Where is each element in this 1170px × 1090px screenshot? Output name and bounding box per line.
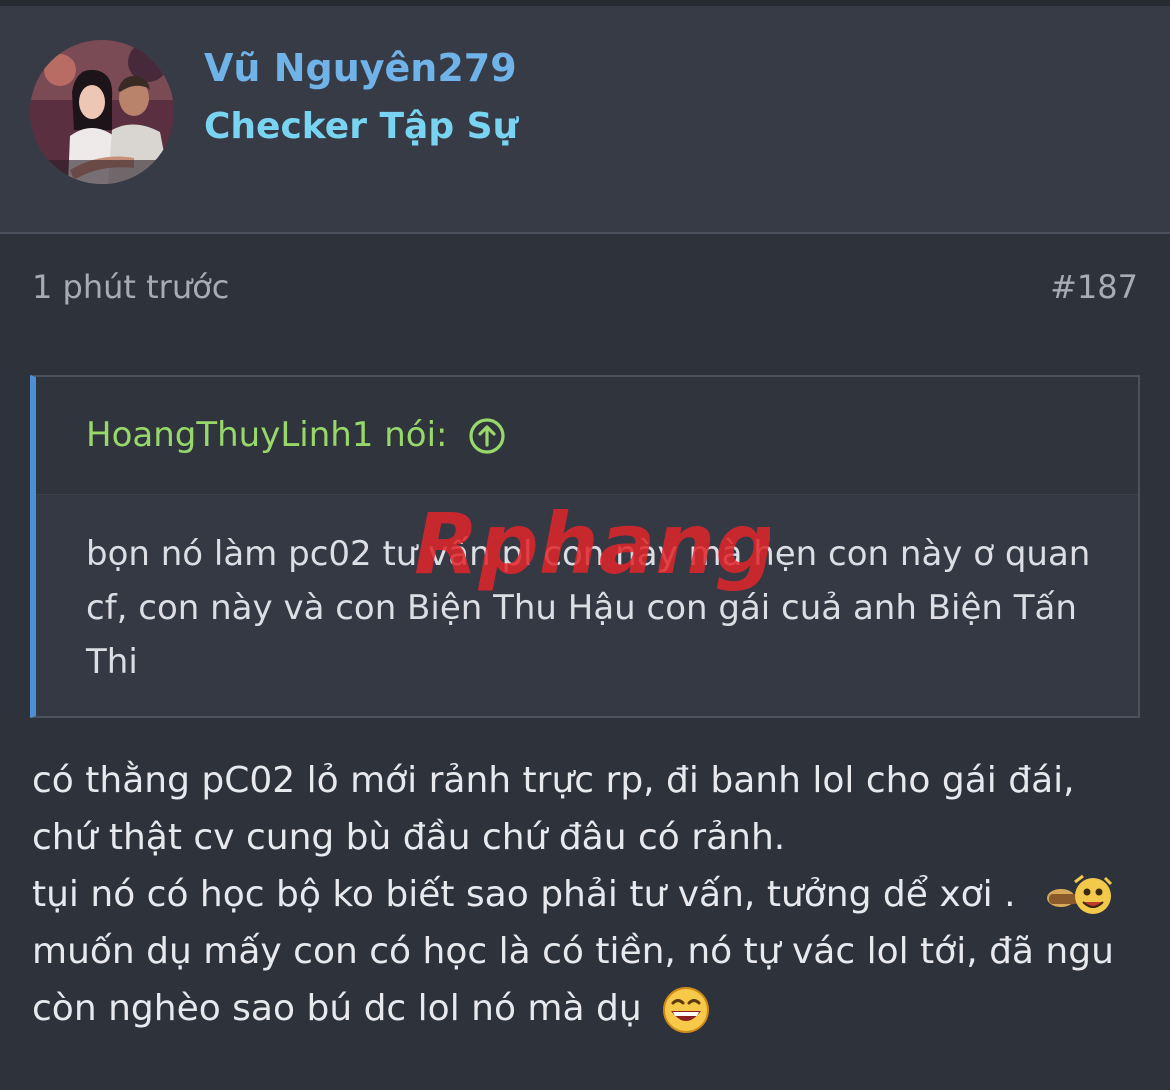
post-body: có thằng pC02 lỏ mới rảnh trực rp, đi ba… bbox=[32, 752, 1142, 1037]
laughing-emoji-icon bbox=[663, 987, 710, 1033]
dancing-emoji-icon bbox=[1047, 874, 1113, 914]
quote-block: HoangThuyLinh1 nói: bọn nó làm pc02 tư v… bbox=[30, 375, 1140, 718]
post-line: chứ thật cv cung bù đầu chứ đâu có rảnh. bbox=[32, 817, 786, 858]
user-header: Vũ Nguyên279 Checker Tập Sự bbox=[0, 6, 1170, 234]
post-timestamp[interactable]: 1 phút trước bbox=[32, 268, 229, 306]
post-line: có thằng pC02 lỏ mới rảnh trực rp, đi ba… bbox=[32, 760, 1075, 801]
post-line: còn nghèo sao bú dc lol nó mà dụ bbox=[32, 980, 1142, 1037]
post-number[interactable]: #187 bbox=[1050, 268, 1138, 306]
arrow-up-circle-icon[interactable] bbox=[468, 417, 506, 455]
avatar[interactable] bbox=[30, 40, 174, 184]
user-rank-title: Checker Tập Sự bbox=[204, 106, 519, 147]
avatar-photo bbox=[30, 40, 174, 184]
post-line: muốn dụ mấy con có học là có tiền, nó tự… bbox=[32, 931, 1114, 972]
quote-header: HoangThuyLinh1 nói: bbox=[36, 377, 1138, 495]
username[interactable]: Vũ Nguyên279 bbox=[204, 46, 517, 90]
quote-author[interactable]: HoangThuyLinh1 nói: bbox=[86, 415, 448, 455]
quote-text: bọn nó làm pc02 tư vấn pl con này mà hẹn… bbox=[86, 534, 1091, 682]
post-line-text: tụi nó có học bộ ko biết sao phải tư vấn… bbox=[32, 874, 1016, 915]
post-line-text: còn nghèo sao bú dc lol nó mà dụ bbox=[32, 988, 642, 1029]
post-line: tụi nó có học bộ ko biết sao phải tư vấn… bbox=[32, 866, 1142, 923]
